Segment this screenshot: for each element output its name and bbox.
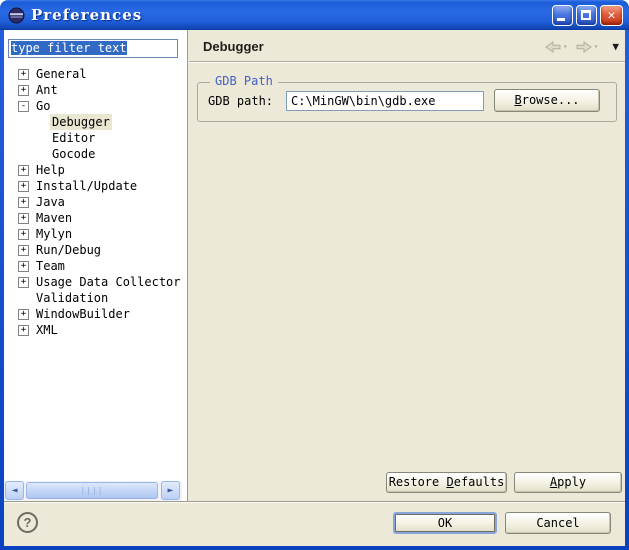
tree-item-label: Team: [34, 258, 67, 274]
preferences-window: Preferences ✕ type filter text +General+…: [0, 0, 629, 550]
collapse-icon[interactable]: -: [18, 101, 29, 112]
expand-icon[interactable]: +: [18, 181, 29, 192]
tree-item-java[interactable]: + Java: [4, 194, 187, 210]
tree-item-editor[interactable]: Editor: [4, 130, 187, 146]
tree-item-label: Ant: [34, 82, 60, 98]
tree-item-label: Usage Data Collector: [34, 274, 183, 290]
scroll-left-icon[interactable]: ◄: [5, 481, 24, 500]
tree-item-xml[interactable]: + XML: [4, 322, 187, 338]
nav-toolbar: ▾ ▾ ▼: [543, 40, 619, 53]
minimize-button[interactable]: [552, 5, 573, 26]
expand-icon[interactable]: +: [18, 245, 29, 256]
scroll-right-icon[interactable]: ►: [161, 481, 180, 500]
expand-icon[interactable]: +: [18, 197, 29, 208]
tree-item-usage-data-collector[interactable]: + Usage Data Collector: [4, 274, 187, 290]
tree-item-install-update[interactable]: + Install/Update: [4, 178, 187, 194]
tree-item-label: Validation: [34, 290, 110, 306]
filter-input-value: type filter text: [11, 41, 127, 55]
tree-item-label: Run/Debug: [34, 242, 103, 258]
tree-item-label: Debugger: [50, 114, 112, 130]
back-arrow-icon: [545, 41, 561, 53]
forward-arrow-icon: [576, 41, 592, 53]
tree-item-debugger[interactable]: Debugger: [4, 114, 187, 130]
header-separator: [189, 61, 625, 63]
tree-item-run-debug[interactable]: + Run/Debug: [4, 242, 187, 258]
tree-item-label: XML: [34, 322, 60, 338]
sidebar: type filter text + General + Ant-GoDebugger…: [4, 30, 188, 501]
tree-item-team[interactable]: + Team: [4, 258, 187, 274]
expand-icon[interactable]: +: [18, 309, 29, 320]
tree-item-gocode[interactable]: Gocode: [4, 146, 187, 162]
restore-defaults-button[interactable]: Restore Defaults: [386, 472, 507, 493]
tree-item-label: Mylyn: [34, 226, 74, 242]
tree-item-mylyn[interactable]: + Mylyn: [4, 226, 187, 242]
tree-item-label: General: [34, 66, 89, 82]
tree-item-label: Help: [34, 162, 67, 178]
window-title: Preferences: [31, 6, 142, 24]
footer: ? OK Cancel: [4, 503, 625, 546]
preferences-tree: + General + Ant-GoDebuggerEditorGocode + Help…: [4, 66, 187, 338]
tree-item-help[interactable]: + Help: [4, 162, 187, 178]
eclipse-icon[interactable]: [8, 7, 25, 24]
ok-button[interactable]: OK: [393, 512, 497, 534]
tree-item-go[interactable]: -Go: [4, 98, 187, 114]
browse-button[interactable]: Browse...: [494, 89, 600, 112]
back-button[interactable]: ▾: [543, 41, 574, 53]
main-panel: Debugger ▾ ▾ ▼ GDB Path: [189, 30, 625, 501]
expand-icon[interactable]: +: [18, 229, 29, 240]
tree-item-label: Install/Update: [34, 178, 139, 194]
filter-input[interactable]: type filter text: [8, 39, 178, 58]
tree-item-label: Editor: [50, 130, 97, 146]
gdb-path-input[interactable]: C:\MinGW\bin\gdb.exe: [286, 91, 484, 111]
expand-icon[interactable]: +: [18, 325, 29, 336]
dialog-content: type filter text +General+Ant-GoDebugger…: [4, 30, 625, 546]
help-button[interactable]: ?: [17, 512, 38, 533]
group-legend: GDB Path: [210, 74, 278, 88]
tree-item-validation[interactable]: Validation: [4, 290, 187, 306]
expand-icon[interactable]: +: [18, 261, 29, 272]
tree-item-ant[interactable]: + Ant: [4, 82, 187, 98]
expand-icon[interactable]: +: [18, 69, 29, 80]
minimize-icon: [557, 18, 565, 21]
tree-item-label: Go: [34, 98, 52, 114]
close-button[interactable]: ✕: [600, 5, 623, 26]
tree-item-general[interactable]: + General: [4, 66, 187, 82]
expand-icon[interactable]: +: [18, 165, 29, 176]
tree-horizontal-scrollbar[interactable]: ◄ |||| ►: [4, 481, 182, 501]
tree-item-label: WindowBuilder: [34, 306, 132, 322]
back-dropdown-icon[interactable]: ▾: [563, 42, 568, 51]
view-menu-icon[interactable]: ▼: [612, 40, 619, 53]
maximize-icon: [581, 10, 591, 20]
forward-dropdown-icon[interactable]: ▾: [594, 42, 599, 51]
forward-button[interactable]: ▾: [574, 41, 605, 53]
apply-button[interactable]: Apply: [514, 472, 622, 493]
gdb-path-group: GDB Path GDB path: C:\MinGW\bin\gdb.exe …: [197, 82, 617, 122]
title-bar[interactable]: Preferences ✕: [0, 0, 629, 30]
maximize-button[interactable]: [576, 5, 597, 26]
cancel-button[interactable]: Cancel: [505, 512, 611, 534]
expand-icon[interactable]: +: [18, 85, 29, 96]
tree-item-label: Java: [34, 194, 67, 210]
expand-icon[interactable]: +: [18, 213, 29, 224]
expand-icon[interactable]: +: [18, 277, 29, 288]
tree-item-label: Gocode: [50, 146, 97, 162]
tree-item-maven[interactable]: + Maven: [4, 210, 187, 226]
gdb-path-label: GDB path:: [208, 94, 273, 108]
tree-item-windowbuilder[interactable]: + WindowBuilder: [4, 306, 187, 322]
tree-item-label: Maven: [34, 210, 74, 226]
scrollbar-thumb[interactable]: ||||: [26, 482, 158, 499]
page-title: Debugger: [203, 39, 264, 54]
